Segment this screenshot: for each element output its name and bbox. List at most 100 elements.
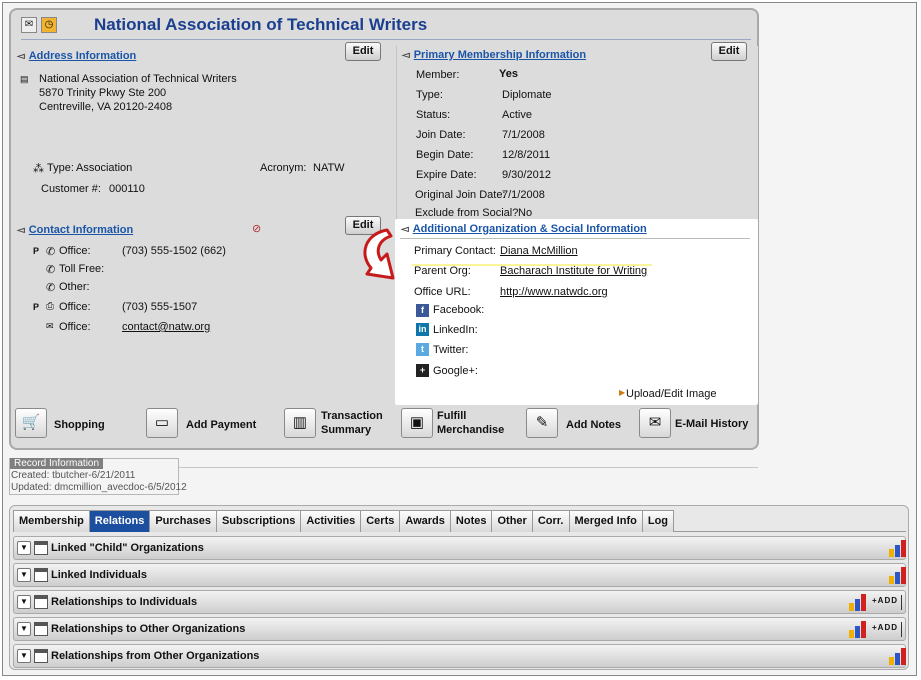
tab-membership[interactable]: Membership [13, 510, 90, 532]
contact-label: Office: [59, 245, 91, 257]
preferred-marker: P [33, 246, 40, 256]
linkedin-icon[interactable]: in [416, 323, 429, 336]
shopping-button[interactable]: 🛒 Shopping [15, 408, 115, 442]
chevron-down-icon[interactable]: ▼ [17, 541, 31, 555]
tab-subscriptions[interactable]: Subscriptions [215, 510, 302, 532]
window-icon[interactable] [34, 541, 48, 555]
add-payment-button[interactable]: ▭ Add Payment [146, 408, 266, 442]
cart-icon: 🛒 [15, 408, 47, 438]
chart-icon[interactable] [847, 593, 867, 611]
phone-icon: ✆ [46, 282, 56, 294]
tab-activities[interactable]: Activities [300, 510, 362, 532]
package-icon: ▣ [401, 408, 433, 438]
contact-section-title[interactable]: ◅ Contact Information [17, 224, 133, 236]
no-contact-icon[interactable]: ⊘ [252, 222, 261, 235]
office-url-link[interactable]: http://www.natwdc.org [500, 286, 608, 298]
add-button[interactable]: +ADD [872, 596, 898, 605]
tab-corr[interactable]: Corr. [531, 510, 570, 532]
member-label: Member: [416, 69, 460, 81]
chevron-down-icon[interactable]: ▼ [17, 595, 31, 609]
email-link[interactable]: contact@natw.org [122, 321, 210, 333]
add-button[interactable]: +ADD [872, 623, 898, 632]
relation-label: Linked "Child" Organizations [51, 542, 204, 554]
upload-image-link[interactable]: Upload/Edit Image [626, 388, 717, 400]
tab-other[interactable]: Other [491, 510, 533, 532]
window-icon[interactable] [34, 595, 48, 609]
chevron-down-icon[interactable]: ▼ [17, 649, 31, 663]
address-edit-button[interactable]: Edit [345, 42, 381, 61]
relation-row-linked-individuals[interactable]: ▼ Linked Individuals [13, 563, 906, 587]
chart-icon[interactable] [887, 539, 907, 557]
join-date-label: Join Date: [416, 129, 466, 141]
notes-icon: ✎ [526, 408, 558, 438]
created-text: Created: tbutcher-6/21/2011 [11, 470, 136, 481]
status-label: Status: [416, 109, 451, 121]
type-label: Type: [47, 162, 74, 174]
envelope-icon[interactable]: ✉ [21, 17, 37, 33]
member-value: Yes [499, 68, 518, 80]
add-notes-button[interactable]: ✎ Add Notes [526, 408, 631, 442]
clock-icon[interactable]: ◷ [41, 17, 57, 33]
tab-log[interactable]: Log [641, 510, 675, 532]
relation-row-from-other-orgs[interactable]: ▼ Relationships from Other Organizations [13, 644, 906, 668]
linkedin-label: LinkedIn: [433, 324, 478, 336]
primary-contact-label: Primary Contact: [414, 245, 496, 257]
window-icon[interactable] [34, 649, 48, 663]
type-icon: ⁂ [33, 163, 44, 175]
chevron-down-icon[interactable]: ▼ [17, 568, 31, 582]
chevron-down-icon[interactable]: ▼ [17, 622, 31, 636]
title-bar: ✉ ◷ National Association of Technical Wr… [21, 14, 751, 40]
relation-label: Linked Individuals [51, 569, 147, 581]
social-info-panel: ◅ Additional Organization & Social Inform… [395, 219, 758, 405]
pointer-arrow-icon [363, 228, 395, 280]
googleplus-icon[interactable]: + [416, 364, 429, 377]
twitter-icon[interactable]: t [416, 343, 429, 356]
original-join-label: Original Join Date: [415, 189, 506, 201]
tab-notes[interactable]: Notes [449, 510, 493, 532]
chart-icon[interactable] [847, 620, 867, 638]
fax-icon: ⎙ [46, 301, 54, 312]
relation-row-to-individuals[interactable]: ▼ Relationships to Individuals +ADD [13, 590, 906, 614]
divider [901, 595, 902, 610]
building-icon: ▤ [20, 74, 29, 84]
email-history-button[interactable]: ✉ E-Mail History [639, 408, 754, 442]
tab-purchases[interactable]: Purchases [149, 510, 217, 532]
exclude-social-value: No [518, 207, 533, 219]
chart-icon[interactable] [887, 647, 907, 665]
tab-certs[interactable]: Certs [360, 510, 401, 532]
collapse-icon: ◅ [17, 51, 25, 62]
window-icon[interactable] [34, 568, 48, 582]
page-title: National Association of Technical Writer… [94, 15, 428, 34]
window-icon[interactable] [34, 622, 48, 636]
mail-icon: ✉ [46, 321, 54, 331]
fulfill-merchandise-button[interactable]: ▣ Fulfill Merchandise [401, 408, 516, 442]
parent-org-link[interactable]: Bacharach Institute for Writing [500, 265, 647, 277]
tab-awards[interactable]: Awards [399, 510, 451, 532]
transaction-summary-button[interactable]: ▥ Transaction Summary [284, 408, 394, 442]
address-section-title[interactable]: ◅ Address Information [17, 50, 136, 62]
type-value: Association [76, 162, 133, 174]
facebook-icon[interactable]: f [416, 304, 429, 317]
tab-relations[interactable]: Relations [88, 510, 151, 532]
social-section-title[interactable]: ◅ Additional Organization & Social Inform… [401, 223, 647, 235]
relation-label: Relationships to Other Organizations [51, 623, 246, 635]
add-payment-label: Add Payment [186, 419, 257, 431]
facebook-label: Facebook: [433, 304, 485, 316]
relation-row-to-other-orgs[interactable]: ▼ Relationships to Other Organizations +… [13, 617, 906, 641]
primary-contact-link[interactable]: Diana McMillion [500, 245, 578, 257]
twitter-label: Twitter: [433, 344, 469, 356]
contact-value: (703) 555-1507 [122, 301, 198, 313]
arrow-right-icon: ▶ [619, 388, 626, 397]
contact-label: Office: [59, 301, 91, 313]
status-value: Active [502, 109, 532, 121]
acronym-label: Acronym: [260, 162, 307, 174]
expire-date-value: 9/30/2012 [502, 169, 551, 181]
relation-row-child-orgs[interactable]: ▼ Linked "Child" Organizations [13, 536, 906, 560]
membership-edit-button[interactable]: Edit [711, 42, 747, 61]
customer-value: 000110 [109, 183, 145, 195]
contact-label: Other: [59, 281, 90, 293]
credit-card-icon: ▭ [146, 408, 178, 438]
chart-icon[interactable] [887, 566, 907, 584]
tab-merged-info[interactable]: Merged Info [568, 510, 643, 532]
membership-section-title[interactable]: ◅ Primary Membership Information [402, 49, 586, 61]
